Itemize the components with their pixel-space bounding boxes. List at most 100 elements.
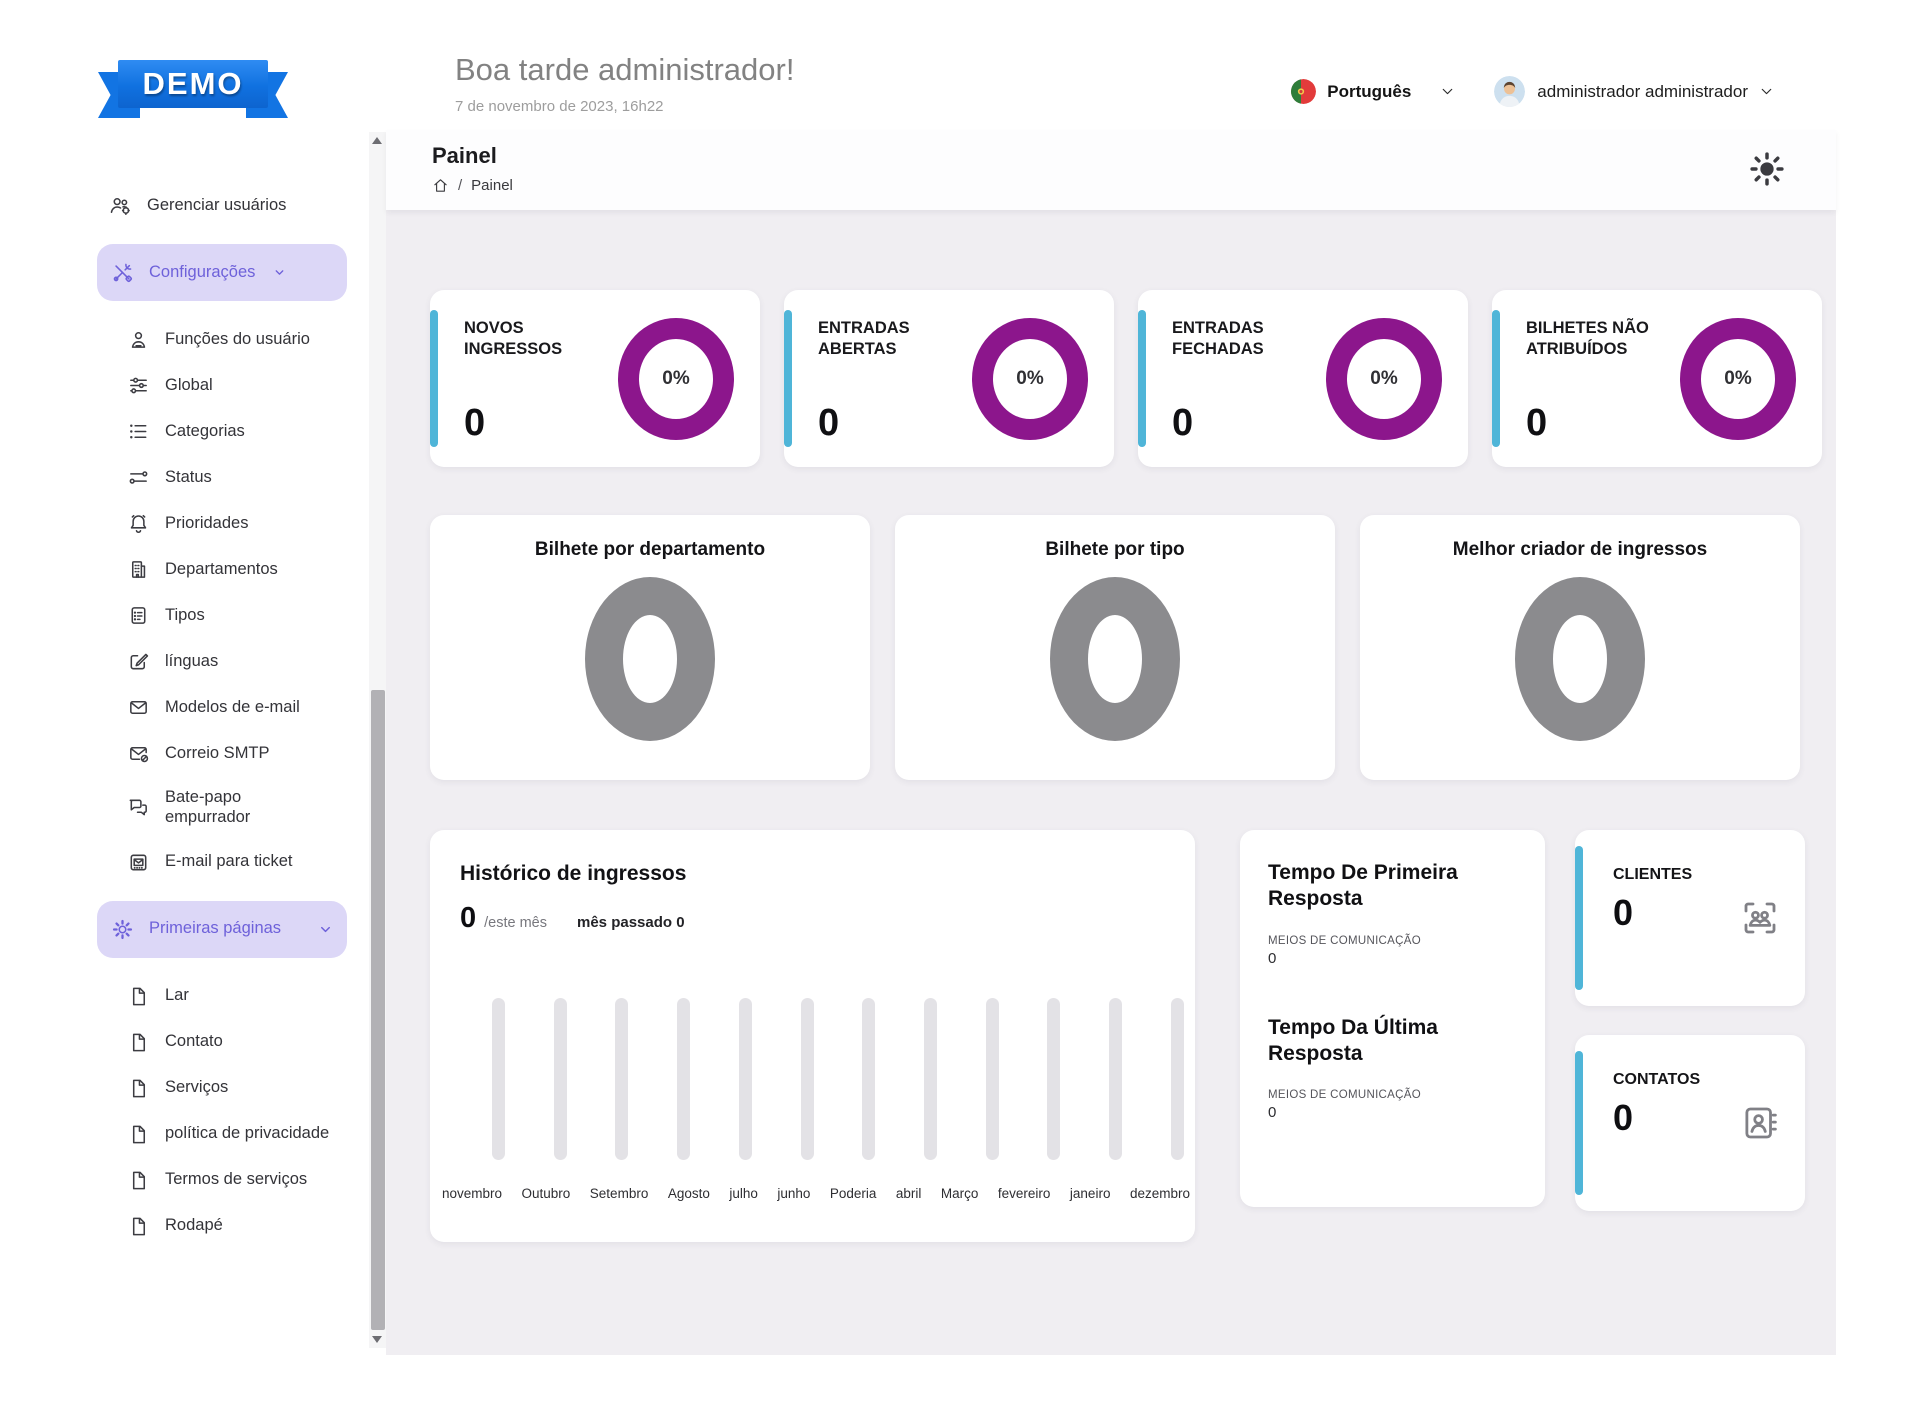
month-label: Agosto [668, 1186, 710, 1201]
chart-title: Bilhete por departamento [535, 539, 765, 561]
chart-card-melhor-criador-de-ingressos: Melhor criador de ingressos [1360, 515, 1800, 780]
sidebar-item-email-para-ticket[interactable]: E-mail para ticket [115, 843, 347, 882]
accent-bar [1575, 1051, 1583, 1195]
mini-card-label: CONTATOS [1613, 1071, 1700, 1089]
sidebar-item-gerenciar-usuarios[interactable]: Gerenciar usuários [97, 186, 347, 225]
clientes-card: CLIENTES 0 [1575, 830, 1805, 1006]
breadcrumb-separator: / [458, 177, 462, 194]
chart-title: Melhor criador de ingressos [1453, 539, 1707, 561]
page-bar: Painel / Painel [386, 130, 1836, 210]
list-icon [127, 420, 150, 443]
sidebar-item-prioridades[interactable]: Prioridades [115, 504, 347, 543]
month-label: Setembro [590, 1186, 649, 1201]
file-icon [127, 1031, 150, 1054]
month-label: dezembro [1130, 1186, 1190, 1201]
sidebar: Gerenciar usuários Configurações Funções d… [85, 130, 368, 1352]
sidebar-item-configuracoes[interactable]: Configurações [97, 244, 347, 301]
charts-row: Bilhete por departamentoBilhete por tipo… [430, 515, 1800, 780]
history-bar [677, 998, 690, 1160]
sidebar-item-status[interactable]: Status [115, 458, 347, 497]
sidebar-item-linguas[interactable]: línguas [115, 642, 347, 681]
sidebar-item-contato[interactable]: Contato [115, 1023, 347, 1062]
sidebar-scrollbar[interactable] [369, 132, 386, 1348]
section-subtitle: MEIOS DE COMUNICAÇÃO [1268, 935, 1517, 947]
mini-card-value: 0 [1613, 1097, 1633, 1139]
sidebar-item-funcoes-do-usuario[interactable]: Funções do usuário [115, 320, 347, 359]
chevron-down-icon [273, 266, 286, 279]
sidebar-item-departamentos[interactable]: Departamentos [115, 550, 347, 589]
history-bar [1047, 998, 1060, 1160]
stat-donut-chart: 0% [1326, 318, 1442, 440]
theme-toggle-button[interactable] [1748, 150, 1786, 188]
stat-donut-chart: 0% [618, 318, 734, 440]
scroll-up-arrow-icon[interactable] [372, 137, 382, 144]
language-selector[interactable]: Português [1291, 79, 1456, 104]
home-icon[interactable] [432, 177, 449, 194]
scroll-down-arrow-icon[interactable] [372, 1336, 382, 1343]
sidebar-item-tipos[interactable]: Tipos [115, 596, 347, 635]
stat-label: NOVOS INGRESSOS [464, 318, 624, 361]
sun-icon [1748, 150, 1786, 188]
stat-card-bilhetes-nao-atribuidos: BILHETES NÃO ATRIBUÍDOS00% [1492, 290, 1822, 467]
accent-bar [430, 310, 438, 447]
file-icon [127, 1215, 150, 1238]
stat-card-entradas-abertas: ENTRADAS ABERTAS00% [784, 290, 1114, 467]
sidebar-item-bate-papo-empurrador[interactable]: Bate-papo empurrador [115, 780, 347, 836]
empty-donut-chart [1050, 577, 1180, 741]
empty-donut-chart [585, 577, 715, 741]
sidebar-item-correio-smtp[interactable]: Correio SMTP [115, 734, 347, 773]
month-label: Poderia [830, 1186, 877, 1201]
response-time-card: Tempo De Primeira RespostaMEIOS DE COMUN… [1240, 830, 1545, 1207]
contacts-icon [1739, 1102, 1781, 1144]
greeting-date: 7 de novembro de 2023, 16h22 [455, 98, 794, 115]
history-bar [1171, 998, 1184, 1160]
history-title: Histórico de ingressos [460, 862, 686, 886]
sidebar-item-termos-de-servicos[interactable]: Termos de serviços [115, 1161, 347, 1200]
document-icon [127, 604, 150, 627]
mini-card-value: 0 [1613, 892, 1633, 934]
chevron-down-icon [1439, 83, 1456, 100]
scrollbar-thumb[interactable] [371, 690, 385, 1330]
history-bar-chart [492, 998, 1184, 1160]
stat-label: ENTRADAS FECHADAS [1172, 318, 1332, 361]
sidebar-item-servicos[interactable]: Serviços [115, 1069, 347, 1108]
section-tempo-primeira-resposta: Tempo De Primeira RespostaMEIOS DE COMUN… [1268, 860, 1517, 967]
demo-logo: DEMO [98, 58, 288, 120]
stat-donut-chart: 0% [972, 318, 1088, 440]
section-title: Tempo Da Última Resposta [1268, 1015, 1517, 1068]
user-menu[interactable]: administrador administrador [1494, 76, 1775, 107]
sidebar-item-lar[interactable]: Lar [115, 977, 347, 1016]
file-icon [127, 1169, 150, 1192]
sidebar-item-modelos-de-email[interactable]: Modelos de e-mail [115, 688, 347, 727]
accent-bar [784, 310, 792, 447]
stat-card-novos-ingressos: NOVOS INGRESSOS00% [430, 290, 760, 467]
mini-card-label: CLIENTES [1613, 866, 1692, 884]
language-label: Português [1327, 82, 1411, 102]
history-bar [554, 998, 567, 1160]
history-bar [862, 998, 875, 1160]
sidebar-item-rodape[interactable]: Rodapé [115, 1207, 347, 1246]
history-bar [492, 998, 505, 1160]
stat-label: ENTRADAS ABERTAS [818, 318, 978, 361]
users-icon [109, 194, 132, 217]
sidebar-item-categorias[interactable]: Categorias [115, 412, 347, 451]
sliders-icon [127, 374, 150, 397]
sidebar-item-politica-de-privacidade[interactable]: política de privacidade [115, 1115, 347, 1154]
chat-icon [127, 796, 150, 819]
bell-icon [127, 512, 150, 535]
sidebar-item-primeiras-paginas[interactable]: Primeiras páginas [97, 901, 347, 958]
history-bar [615, 998, 628, 1160]
edit-icon [127, 650, 150, 673]
month-label: novembro [442, 1186, 502, 1201]
user-name: administrador administrador [1537, 82, 1748, 102]
history-bar [986, 998, 999, 1160]
main-content: Painel / Painel NOVOS INGRESSOS00%ENTRAD… [386, 130, 1836, 1355]
history-bar [924, 998, 937, 1160]
sidebar-item-global[interactable]: Global [115, 366, 347, 405]
stat-value: 0 [1172, 402, 1193, 445]
history-this-month-label: /este mês [484, 915, 547, 931]
section-tempo-ultima-resposta: Tempo Da Última RespostaMEIOS DE COMUNIC… [1268, 1015, 1517, 1122]
app-header: DEMO Boa tarde administrador! 7 de novem… [0, 0, 1920, 130]
month-label: Outubro [522, 1186, 571, 1201]
mail-ticket-icon [127, 851, 150, 874]
